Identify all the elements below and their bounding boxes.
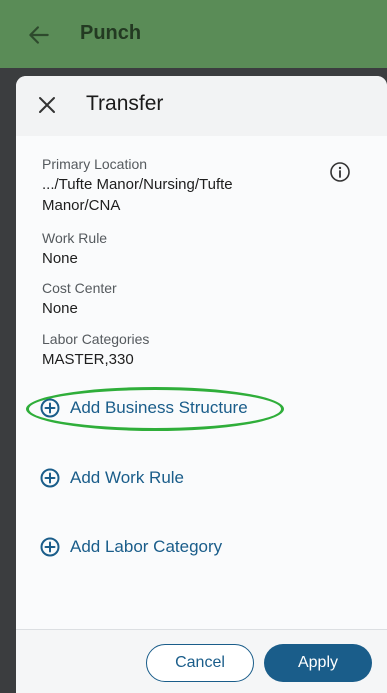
labor-categories-label: Labor Categories bbox=[42, 331, 150, 347]
app-bar-title: Punch bbox=[80, 22, 142, 44]
arrow-left-icon[interactable] bbox=[26, 22, 52, 48]
add-business-structure-label: Add Business Structure bbox=[70, 398, 248, 417]
cost-center-field: Cost Center None bbox=[42, 278, 117, 319]
labor-categories-field: Labor Categories MASTER,330 bbox=[42, 329, 149, 370]
panel-title: Transfer bbox=[86, 92, 164, 115]
transfer-panel: Transfer Primary Location .../Tufte Mano… bbox=[16, 76, 387, 693]
app-bar: Punch bbox=[0, 0, 387, 68]
primary-location-field: Primary Location .../Tufte Manor/Nursing… bbox=[42, 154, 272, 216]
add-business-structure-button[interactable]: Add Business Structure bbox=[40, 398, 248, 418]
plus-circle-icon bbox=[40, 537, 60, 557]
cost-center-label: Cost Center bbox=[42, 280, 117, 296]
cancel-button[interactable]: Cancel bbox=[146, 644, 254, 682]
primary-location-label: Primary Location bbox=[42, 156, 148, 172]
panel-footer: Cancel Apply bbox=[16, 629, 387, 693]
add-work-rule-button[interactable]: Add Work Rule bbox=[40, 468, 184, 488]
panel-header: Transfer bbox=[16, 76, 387, 136]
cost-center-value: None bbox=[42, 300, 78, 317]
add-labor-category-button[interactable]: Add Labor Category bbox=[40, 537, 222, 557]
primary-location-value: .../Tufte Manor/Nursing/Tufte Manor/CNA bbox=[42, 176, 233, 214]
add-labor-category-label: Add Labor Category bbox=[70, 537, 223, 556]
work-rule-value: None bbox=[42, 250, 78, 267]
close-icon[interactable] bbox=[38, 96, 56, 114]
work-rule-label: Work Rule bbox=[42, 230, 108, 246]
info-icon[interactable] bbox=[329, 161, 351, 183]
apply-button[interactable]: Apply bbox=[264, 644, 372, 682]
plus-circle-icon bbox=[40, 398, 60, 418]
add-work-rule-label: Add Work Rule bbox=[70, 468, 185, 487]
labor-categories-value: MASTER,330 bbox=[42, 351, 134, 368]
work-rule-field: Work Rule None bbox=[42, 228, 107, 269]
plus-circle-icon bbox=[40, 468, 60, 488]
